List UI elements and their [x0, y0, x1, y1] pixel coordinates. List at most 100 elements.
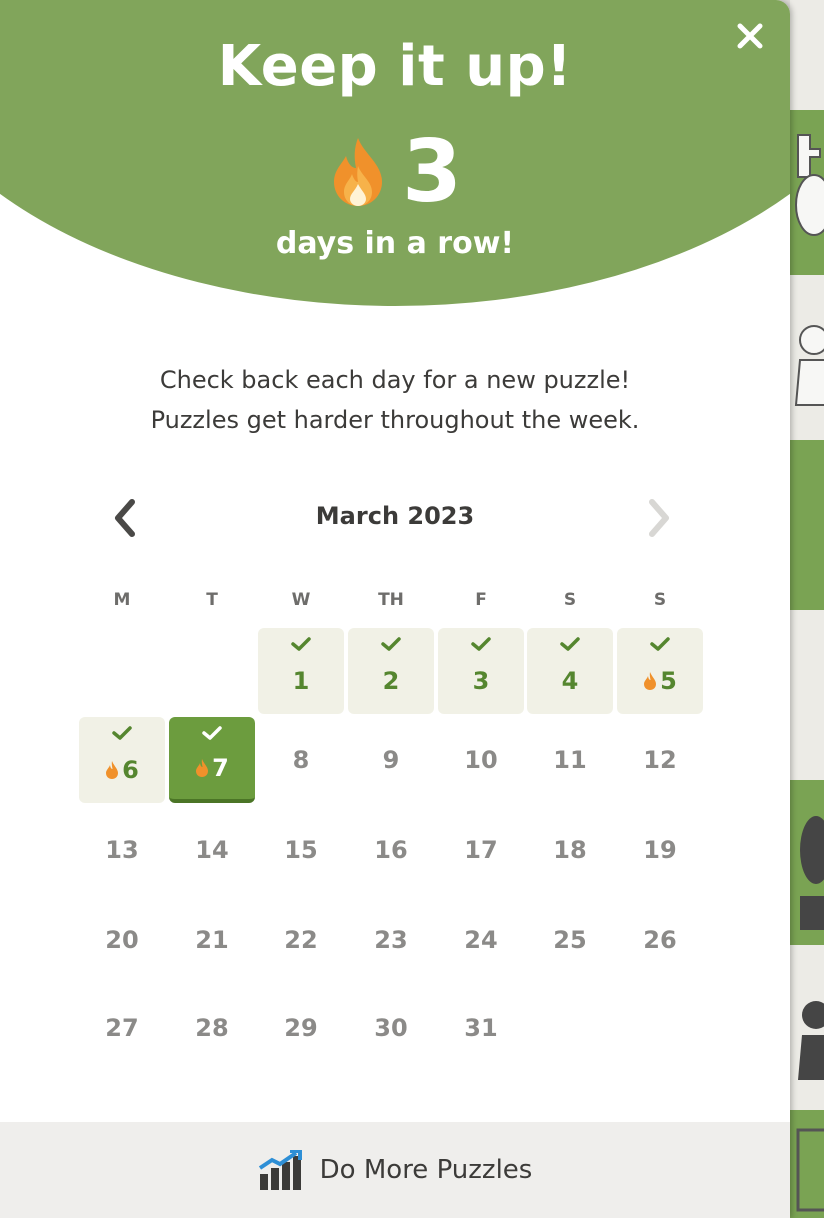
weekday-label: F	[475, 590, 487, 610]
chess-pawn-icon	[798, 1001, 824, 1080]
calendar-day-number: 28	[195, 1014, 228, 1042]
streak-modal: Keep it up! 3 days in a row! Check back …	[0, 0, 790, 1218]
calendar-day[interactable]: 16	[348, 807, 434, 893]
calendar-day[interactable]: 23	[348, 897, 434, 983]
calendar-day-number: 3	[473, 667, 490, 695]
check-icon	[471, 637, 491, 651]
calendar-day-number: 27	[105, 1014, 138, 1042]
calendar-day-number: 31	[464, 1014, 497, 1042]
flame-icon	[196, 759, 209, 777]
calendar-day[interactable]: 19	[617, 807, 703, 893]
day-label: 22	[284, 926, 318, 954]
day-label: 30	[374, 1014, 408, 1042]
calendar-day[interactable]: 25	[527, 897, 613, 983]
calendar-day-number: 11	[553, 746, 586, 774]
weekday-label: S	[653, 590, 667, 610]
calendar-day-number: 10	[464, 746, 497, 774]
month-navigation: March 2023	[0, 496, 790, 540]
calendar-day-number: 12	[643, 746, 676, 774]
day-label: 7	[212, 754, 229, 782]
calendar-day-number: 30	[374, 1014, 407, 1042]
day-label: 29	[284, 1014, 318, 1042]
calendar-day-number: 19	[643, 836, 676, 864]
day-label: 17	[464, 836, 498, 864]
day-label: 19	[643, 836, 677, 864]
calendar-day[interactable]: 8	[258, 717, 344, 803]
chess-bishop-icon	[800, 816, 824, 930]
calendar-day[interactable]: 13	[79, 807, 165, 893]
calendar-day[interactable]: 20	[79, 897, 165, 983]
streak-counter: 3	[0, 126, 790, 218]
calendar-day-number: 14	[195, 836, 228, 864]
calendar-day[interactable]: 29	[258, 985, 344, 1071]
calendar-day[interactable]: 1	[258, 628, 344, 714]
weekday-label: S	[563, 590, 577, 610]
calendar-day-number: 25	[553, 926, 586, 954]
calendar-day-number: 4	[562, 667, 579, 695]
day-label: 31	[464, 1014, 498, 1042]
day-label: 27	[105, 1014, 139, 1042]
day-label: 20	[105, 926, 139, 954]
calendar-day-number: 9	[383, 746, 400, 774]
day-label: 26	[643, 926, 677, 954]
check-icon	[381, 637, 401, 651]
weekday-label: W	[291, 590, 311, 610]
calendar-day-number: 16	[374, 836, 407, 864]
calendar-day-number: 21	[195, 926, 228, 954]
calendar-day[interactable]: 5	[617, 628, 703, 714]
calendar-day-number: 22	[284, 926, 317, 954]
calendar-day[interactable]: 9	[348, 717, 434, 803]
calendar-day[interactable]: 2	[348, 628, 434, 714]
weekday-label: T	[206, 590, 218, 610]
calendar-day[interactable]: 17	[438, 807, 524, 893]
day-label: 21	[195, 926, 229, 954]
day-label: 3	[472, 667, 490, 695]
calendar-day[interactable]: 14	[169, 807, 255, 893]
calendar-day[interactable]: 26	[617, 897, 703, 983]
calendar-day-number: 18	[553, 836, 586, 864]
chess-rook-icon	[796, 1128, 824, 1212]
day-label: 5	[660, 667, 677, 695]
calendar-day[interactable]: 15	[258, 807, 344, 893]
do-more-puzzles-button[interactable]: Do More Puzzles	[0, 1122, 790, 1218]
day-label: 9	[382, 746, 400, 774]
day-label: 25	[553, 926, 587, 954]
check-icon	[112, 726, 132, 740]
calendar-day[interactable]: 12	[617, 717, 703, 803]
check-icon	[650, 637, 670, 651]
calendar-day[interactable]: 31	[438, 985, 524, 1071]
calendar-day[interactable]: 18	[527, 807, 613, 893]
calendar-day[interactable]: 3	[438, 628, 524, 714]
calendar-day[interactable]: 30	[348, 985, 434, 1071]
calendar-day[interactable]: 10	[438, 717, 524, 803]
day-label: 23	[374, 926, 408, 954]
calendar-day-number: 17	[464, 836, 497, 864]
day-label: 18	[553, 836, 587, 864]
weekday-label: TH	[378, 590, 404, 610]
day-label: 6	[122, 756, 139, 784]
calendar-day[interactable]: 24	[438, 897, 524, 983]
day-label: 11	[553, 746, 587, 774]
chevron-right-icon[interactable]	[642, 496, 676, 540]
calendar-day[interactable]: 7	[169, 717, 255, 803]
calendar-day-number: 2	[383, 667, 400, 695]
day-label: 14	[195, 836, 229, 864]
modal-title: Keep it up!	[217, 34, 573, 99]
info-line: Check back each day for a new puzzle!	[159, 366, 631, 394]
day-label: 13	[105, 836, 139, 864]
calendar-day[interactable]: 27	[79, 985, 165, 1071]
calendar-day-number: 29	[284, 1014, 317, 1042]
calendar-day[interactable]: 28	[169, 985, 255, 1071]
day-label: 12	[643, 746, 677, 774]
calendar-day-number: 15	[284, 836, 317, 864]
calendar-day[interactable]: 4	[527, 628, 613, 714]
day-label: 24	[464, 926, 498, 954]
calendar-day[interactable]: 22	[258, 897, 344, 983]
day-label: 10	[464, 746, 498, 774]
calendar-day[interactable]: 11	[527, 717, 613, 803]
day-label: 1	[292, 667, 310, 695]
calendar-day[interactable]: 6	[79, 717, 165, 803]
chess-pawn-icon	[794, 325, 824, 406]
check-icon	[291, 637, 311, 651]
calendar-day[interactable]: 21	[169, 897, 255, 983]
